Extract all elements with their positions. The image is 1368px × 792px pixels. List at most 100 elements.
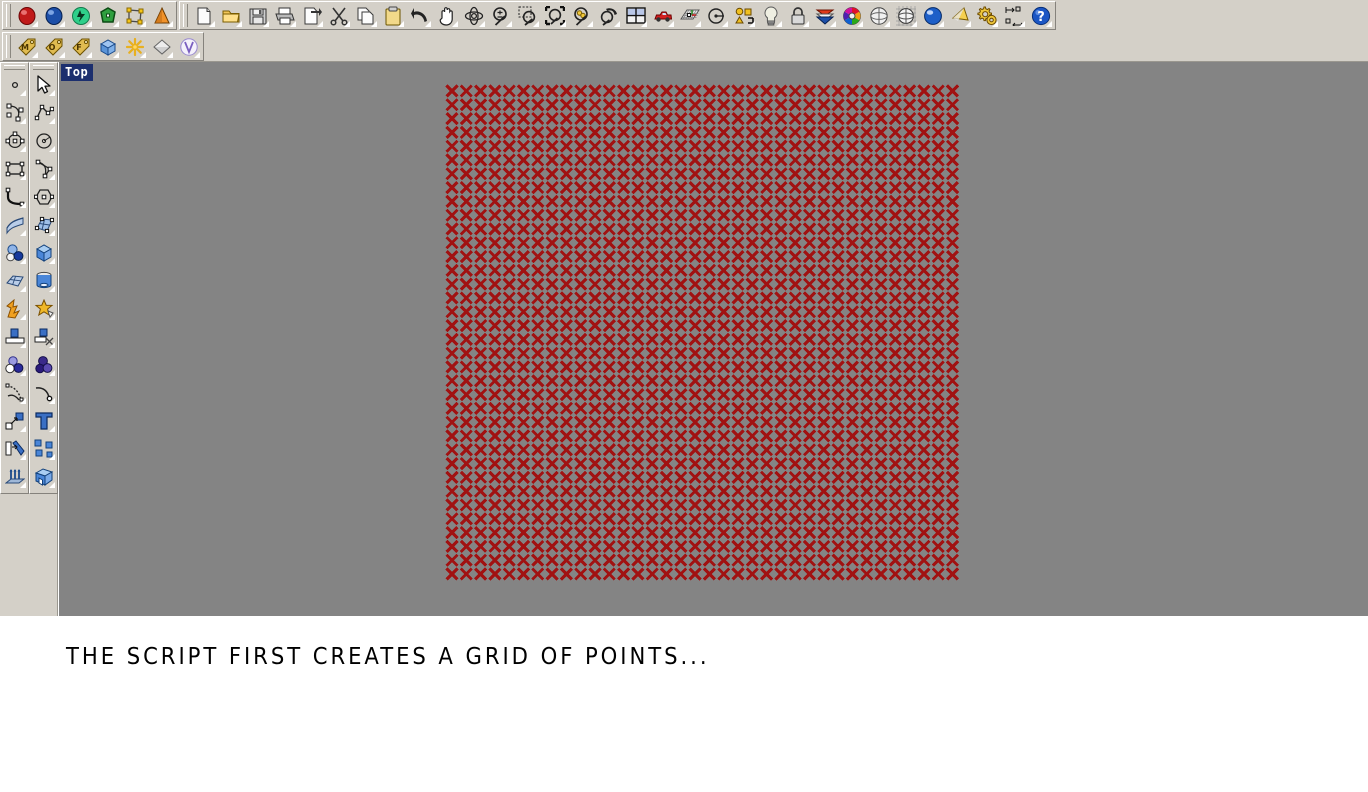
surface-patch-icon[interactable] <box>1 267 28 295</box>
arc-icon[interactable] <box>1 183 28 211</box>
v-circle-icon[interactable] <box>175 33 202 60</box>
flyout-corner-marker <box>1019 21 1025 27</box>
zoom-selected-icon[interactable] <box>568 2 595 29</box>
render-blue-sphere-icon[interactable] <box>40 2 67 29</box>
flyout-corner-marker <box>263 21 269 27</box>
flyout-corner-marker <box>49 258 55 264</box>
flamingo-render-icon[interactable] <box>67 2 94 29</box>
toolbar-grip-handle[interactable] <box>6 4 11 27</box>
cone-render-icon[interactable] <box>148 2 175 29</box>
lock-icon[interactable] <box>784 2 811 29</box>
scale-icon[interactable] <box>1 407 28 435</box>
tag-m-icon[interactable]: M <box>13 33 40 60</box>
flyout-corner-marker <box>86 21 92 27</box>
dimension-icon[interactable] <box>1000 2 1027 29</box>
polygon-star-icon[interactable] <box>30 295 57 323</box>
extrude-icon[interactable] <box>1 463 28 491</box>
toolbar-grip-handle[interactable] <box>183 4 188 27</box>
print-icon[interactable] <box>271 2 298 29</box>
bongo-animate-icon[interactable] <box>121 2 148 29</box>
toolbar-row-primary: ? <box>0 0 1368 31</box>
help-icon[interactable]: ? <box>1027 2 1054 29</box>
flyout-corner-marker <box>20 258 26 264</box>
zoom-window-icon[interactable] <box>514 2 541 29</box>
flyout-corner-marker <box>479 21 485 27</box>
ghosted-view-icon[interactable] <box>946 2 973 29</box>
zoom-previous-icon[interactable] <box>595 2 622 29</box>
grid-settings-icon[interactable] <box>676 2 703 29</box>
rectangle-icon[interactable] <box>1 155 28 183</box>
cylinder-icon[interactable] <box>30 267 57 295</box>
cut-icon[interactable] <box>325 2 352 29</box>
tag-f-icon[interactable]: F <box>67 33 94 60</box>
curve-from-points-icon[interactable] <box>1 379 28 407</box>
select-arrow-icon[interactable] <box>30 71 57 99</box>
explode-icon[interactable] <box>1 295 28 323</box>
pan-icon[interactable] <box>433 2 460 29</box>
flyout-corner-marker <box>506 21 512 27</box>
shaded-view-icon[interactable] <box>919 2 946 29</box>
flyout-corner-marker <box>59 52 65 58</box>
tag-o-icon[interactable]: O <box>40 33 67 60</box>
curve-interp-icon[interactable] <box>1 99 28 127</box>
point-tool-icon[interactable] <box>1 71 28 99</box>
flyout-corner-marker <box>425 21 431 27</box>
options-gear-icon[interactable] <box>973 2 1000 29</box>
zoom-dynamic-icon[interactable] <box>487 2 514 29</box>
light-icon[interactable] <box>757 2 784 29</box>
four-view-icon[interactable] <box>622 2 649 29</box>
sidebar-column-left <box>0 62 29 494</box>
polygon-icon[interactable] <box>30 183 57 211</box>
boolean-diff-icon[interactable] <box>30 351 57 379</box>
flyout-corner-marker <box>317 21 323 27</box>
circle-center-icon[interactable] <box>1 127 28 155</box>
polyline-icon[interactable] <box>30 99 57 127</box>
sidebar-grip-handle[interactable] <box>33 65 54 70</box>
diamond-icon[interactable] <box>148 33 175 60</box>
box-solid-icon[interactable] <box>30 239 57 267</box>
circle-diameter-icon[interactable] <box>30 127 57 155</box>
flyout-corner-marker <box>49 174 55 180</box>
render-red-sphere-icon[interactable] <box>13 2 40 29</box>
layers-icon[interactable] <box>811 2 838 29</box>
surface-curves-icon[interactable] <box>1 211 28 239</box>
split-icon[interactable] <box>1 323 28 351</box>
penguin-render-icon[interactable] <box>94 2 121 29</box>
surface-network-icon[interactable] <box>30 211 57 239</box>
new-file-icon[interactable] <box>190 2 217 29</box>
sphere-boolean-icon[interactable] <box>1 239 28 267</box>
rotate-view-icon[interactable] <box>460 2 487 29</box>
open-file-icon[interactable] <box>217 2 244 29</box>
curve-handle-icon[interactable] <box>30 379 57 407</box>
export-icon[interactable] <box>298 2 325 29</box>
box-blue-icon[interactable] <box>94 33 121 60</box>
polygon-triangle-icon[interactable] <box>30 155 57 183</box>
mesh-icon[interactable] <box>892 2 919 29</box>
flyout-corner-marker <box>695 21 701 27</box>
osnap-icon[interactable] <box>703 2 730 29</box>
cap-solid-icon[interactable] <box>30 463 57 491</box>
sidebar-grip-handle[interactable] <box>4 65 25 70</box>
mirror-icon[interactable] <box>1 435 28 463</box>
snowflake-icon[interactable] <box>121 33 148 60</box>
named-view-icon[interactable] <box>649 2 676 29</box>
boolean-union-icon[interactable] <box>1 351 28 379</box>
array-icon[interactable] <box>30 435 57 463</box>
select-objects-icon[interactable] <box>730 2 757 29</box>
paste-icon[interactable] <box>379 2 406 29</box>
text-object-icon[interactable] <box>30 407 57 435</box>
shade-icon[interactable] <box>865 2 892 29</box>
zoom-extents-icon[interactable] <box>541 2 568 29</box>
undo-icon[interactable] <box>406 2 433 29</box>
color-wheel-icon[interactable] <box>838 2 865 29</box>
flyout-corner-marker <box>452 21 458 27</box>
flyout-corner-marker <box>722 21 728 27</box>
copy-icon[interactable] <box>352 2 379 29</box>
viewport-top[interactable]: Top <box>59 62 1368 616</box>
toolbar-group-plugin-tags: MOF <box>2 32 204 61</box>
flyout-corner-marker <box>49 230 55 236</box>
toolbar-grip-handle[interactable] <box>6 35 11 58</box>
flyout-corner-marker <box>371 21 377 27</box>
trim-icon[interactable] <box>30 323 57 351</box>
save-file-icon[interactable] <box>244 2 271 29</box>
